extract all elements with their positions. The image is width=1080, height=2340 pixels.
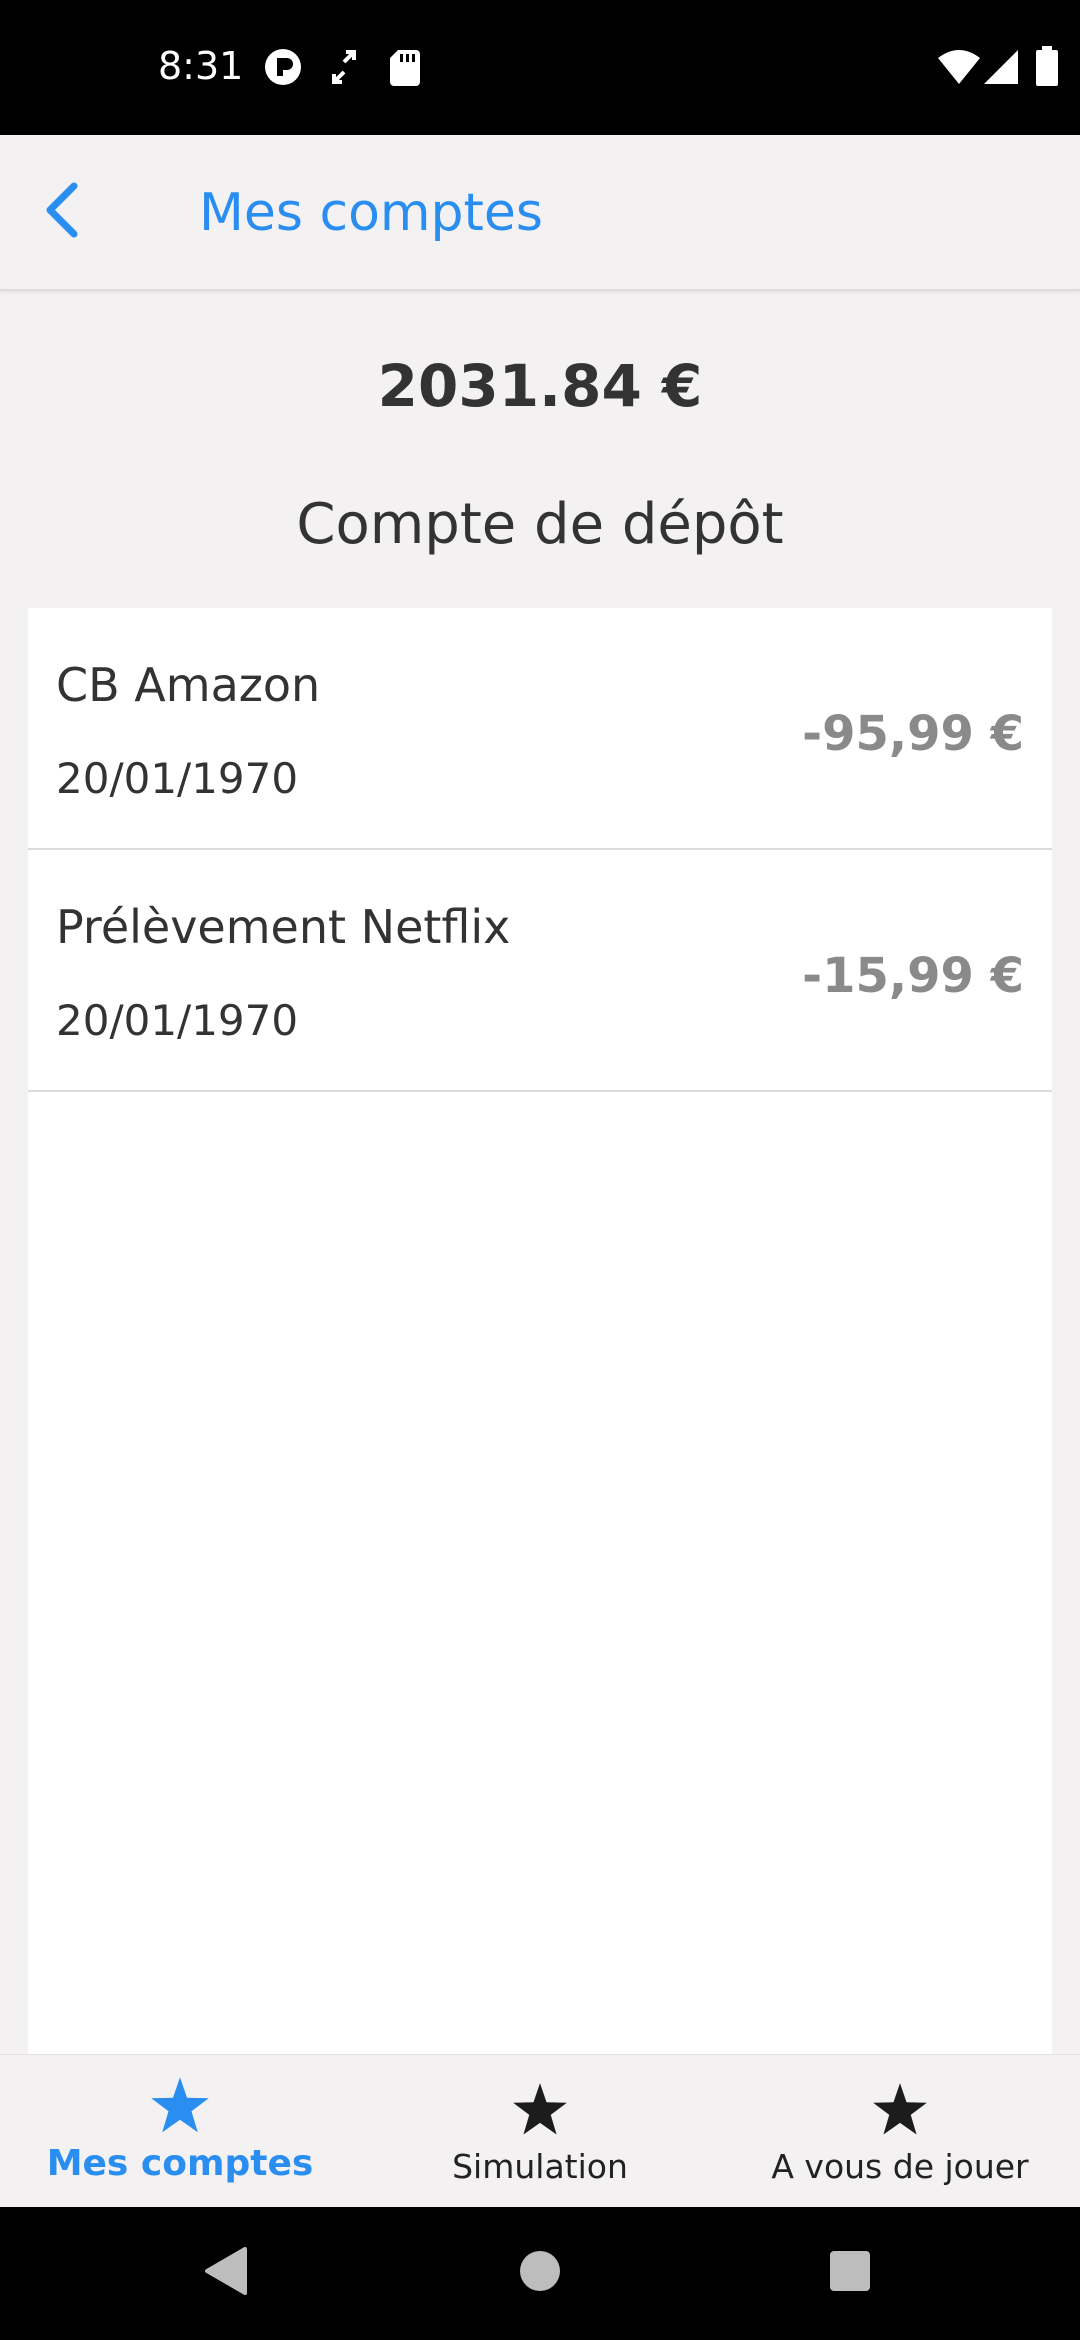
list-item[interactable]: Prélèvement Netflix 20/01/1970 -15,99 €	[28, 850, 1052, 1092]
back-button[interactable]	[30, 177, 94, 247]
transaction-date: 20/01/1970	[56, 754, 299, 803]
circle-home-icon	[519, 2250, 561, 2297]
chevron-left-icon	[42, 180, 82, 245]
star-icon	[720, 2083, 1080, 2145]
status-bar: 8:31	[0, 0, 1080, 135]
square-recents-icon	[829, 2250, 871, 2297]
transfer-icon	[332, 50, 356, 89]
page-title: Mes comptes	[199, 183, 544, 243]
transaction-amount: -15,99 €	[802, 948, 1024, 1004]
section-title: Compte de dépôt	[296, 492, 784, 557]
battery-icon	[1036, 46, 1058, 91]
wifi-icon	[938, 50, 980, 89]
nav-recents-button[interactable]	[815, 2207, 885, 2340]
tab-label: Mes comptes	[46, 2143, 314, 2184]
app-bar: Mes comptes	[0, 135, 1080, 291]
transaction-amount: -95,99 €	[802, 706, 1024, 762]
list-item[interactable]: CB Amazon 20/01/1970 -95,99 €	[28, 608, 1052, 850]
nav-back-button[interactable]	[190, 2207, 260, 2340]
transaction-date: 20/01/1970	[56, 996, 299, 1045]
tab-mes-comptes[interactable]: Mes comptes	[0, 2055, 360, 2208]
sd-card-icon	[390, 50, 420, 91]
app-notification-icon	[264, 48, 302, 91]
transaction-list: CB Amazon 20/01/1970 -95,99 € Prélèvemen…	[28, 608, 1052, 2054]
triangle-back-icon	[203, 2247, 247, 2300]
transaction-name: Prélèvement Netflix	[56, 900, 511, 954]
account-balance: 2031.84 €	[377, 352, 703, 420]
tab-simulation[interactable]: Simulation	[360, 2055, 720, 2208]
bottom-tab-bar: Mes comptes Simulation A vous de jouer	[0, 2054, 1080, 2208]
tab-label: Simulation	[452, 2147, 628, 2186]
system-navigation-bar	[0, 2207, 1080, 2340]
star-icon	[360, 2083, 720, 2145]
status-time: 8:31	[158, 44, 244, 88]
tab-a-vous-de-jouer[interactable]: A vous de jouer	[720, 2055, 1080, 2208]
nav-home-button[interactable]	[505, 2207, 575, 2340]
transaction-name: CB Amazon	[56, 658, 321, 712]
tab-label: A vous de jouer	[771, 2147, 1029, 2186]
star-icon	[0, 2077, 360, 2139]
signal-icon	[984, 50, 1018, 89]
